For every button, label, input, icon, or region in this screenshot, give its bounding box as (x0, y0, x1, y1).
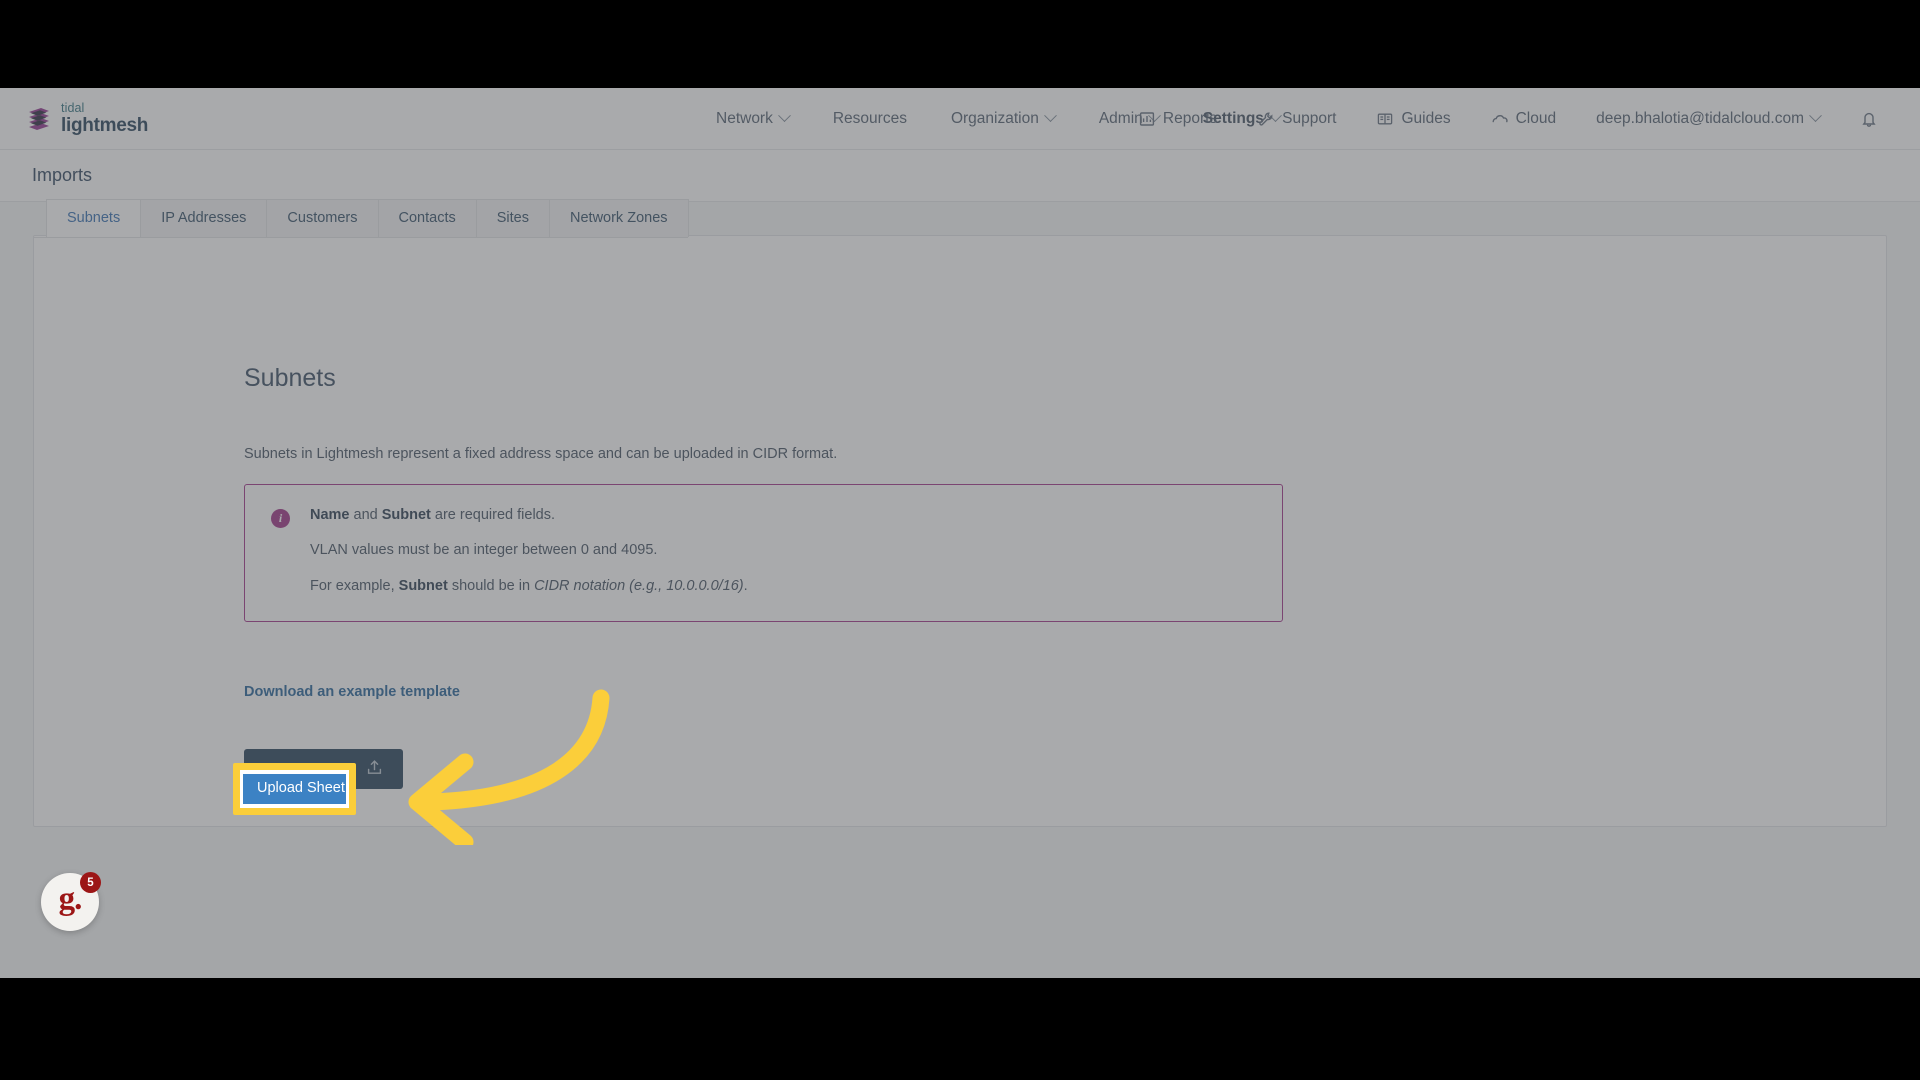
nav-item-network-label: Network (716, 109, 773, 127)
upload-icon (366, 759, 383, 780)
tab-contacts-label: Contacts (398, 210, 456, 226)
nav-item-resources-label: Resources (832, 109, 907, 127)
chevron-down-icon (1809, 109, 1822, 123)
wrench-icon (1257, 110, 1275, 128)
nav-item-cloud-label: Cloud (1515, 109, 1557, 127)
secondary-nav: Reports Support Guides Cloud deep.bhalot… (1118, 109, 1898, 128)
info-alert-line: VLAN values must be an integer between 0… (310, 542, 658, 559)
guide-widget[interactable]: g. 5 (41, 872, 101, 931)
guide-widget-badge: 5 (80, 872, 101, 893)
nav-item-organization-label: Organization (950, 109, 1039, 127)
info-alert: i Name and Subnet are required fields. VL… (244, 484, 1283, 623)
top-navbar: tidal lightmesh Network Resources Organi… (0, 88, 1920, 150)
screenshot-root: tidal lightmesh Network Resources Organi… (0, 0, 1920, 1080)
cloud-icon (1491, 110, 1509, 128)
imports-panel: Subnets Subnets in Lightmesh represent a… (34, 236, 1886, 790)
chevron-down-icon (1043, 109, 1057, 123)
tab-sites-label: Sites (496, 210, 529, 226)
brand-lightmesh-text: lightmesh (61, 114, 149, 136)
info-icon: i (271, 509, 290, 528)
info-alert-line: For example, Subnet should be in CIDR no… (310, 577, 748, 594)
bell-icon (1860, 110, 1878, 128)
notifications-button[interactable] (1840, 110, 1898, 128)
nav-item-support-label: Support (1282, 109, 1337, 127)
tab-subnets-label: Subnets (67, 210, 121, 226)
tab-network-zones-label: Network Zones (570, 210, 668, 226)
section-title: Subnets (244, 364, 336, 392)
nav-item-guides[interactable]: Guides (1356, 110, 1470, 128)
tab-ip-addresses-label: IP Addresses (161, 210, 247, 226)
imports-card: Subnets IP Addresses Customers Contacts … (33, 199, 1887, 827)
tab-ip-addresses[interactable]: IP Addresses (140, 199, 268, 237)
page-title-bar: Imports (0, 150, 1920, 202)
page-title: Imports (32, 165, 93, 185)
info-alert-text: Name and Subnet are required fields. VLAN… (310, 507, 748, 595)
section-description: Subnets in Lightmesh represent a fixed a… (244, 446, 838, 462)
nav-item-guides-label: Guides (1401, 109, 1451, 127)
import-tabs: Subnets IP Addresses Customers Contacts … (34, 199, 689, 238)
tab-sites[interactable]: Sites (475, 199, 550, 237)
brand-logo[interactable]: tidal lightmesh (26, 102, 148, 135)
nav-item-support[interactable]: Support (1237, 110, 1356, 128)
nav-item-reports[interactable]: Reports (1118, 110, 1237, 128)
tab-network-zones[interactable]: Network Zones (549, 199, 689, 237)
account-email-label: deep.bhalotia@tidalcloud.com (1596, 109, 1804, 127)
bar-chart-icon (1138, 110, 1156, 128)
tab-customers-label: Customers (287, 210, 358, 226)
brand-tidal-text: tidal (61, 101, 85, 116)
chevron-down-icon (777, 109, 791, 123)
nav-item-cloud[interactable]: Cloud (1471, 110, 1577, 128)
lightmesh-logo-icon (26, 106, 52, 132)
upload-sheet-highlight[interactable]: Upload Sheet (233, 763, 356, 815)
upload-sheet-tooltip-label: Upload Sheet (243, 774, 346, 804)
account-menu[interactable]: deep.bhalotia@tidalcloud.com (1576, 109, 1840, 128)
nav-item-resources[interactable]: Resources (811, 110, 929, 128)
download-template-link[interactable]: Download an example template (244, 684, 460, 700)
tab-customers[interactable]: Customers (266, 199, 379, 237)
tab-subnets[interactable]: Subnets (46, 199, 142, 237)
tab-contacts[interactable]: Contacts (377, 199, 477, 237)
nav-item-network[interactable]: Network (694, 109, 811, 128)
nav-item-organization[interactable]: Organization (929, 109, 1077, 128)
upload-row: Upload Sheet (244, 749, 1886, 790)
browser-page: tidal lightmesh Network Resources Organi… (0, 88, 1920, 978)
info-alert-line: Name and Subnet are required fields. (310, 507, 556, 523)
book-icon (1376, 110, 1394, 128)
nav-item-reports-label: Reports (1162, 109, 1218, 127)
